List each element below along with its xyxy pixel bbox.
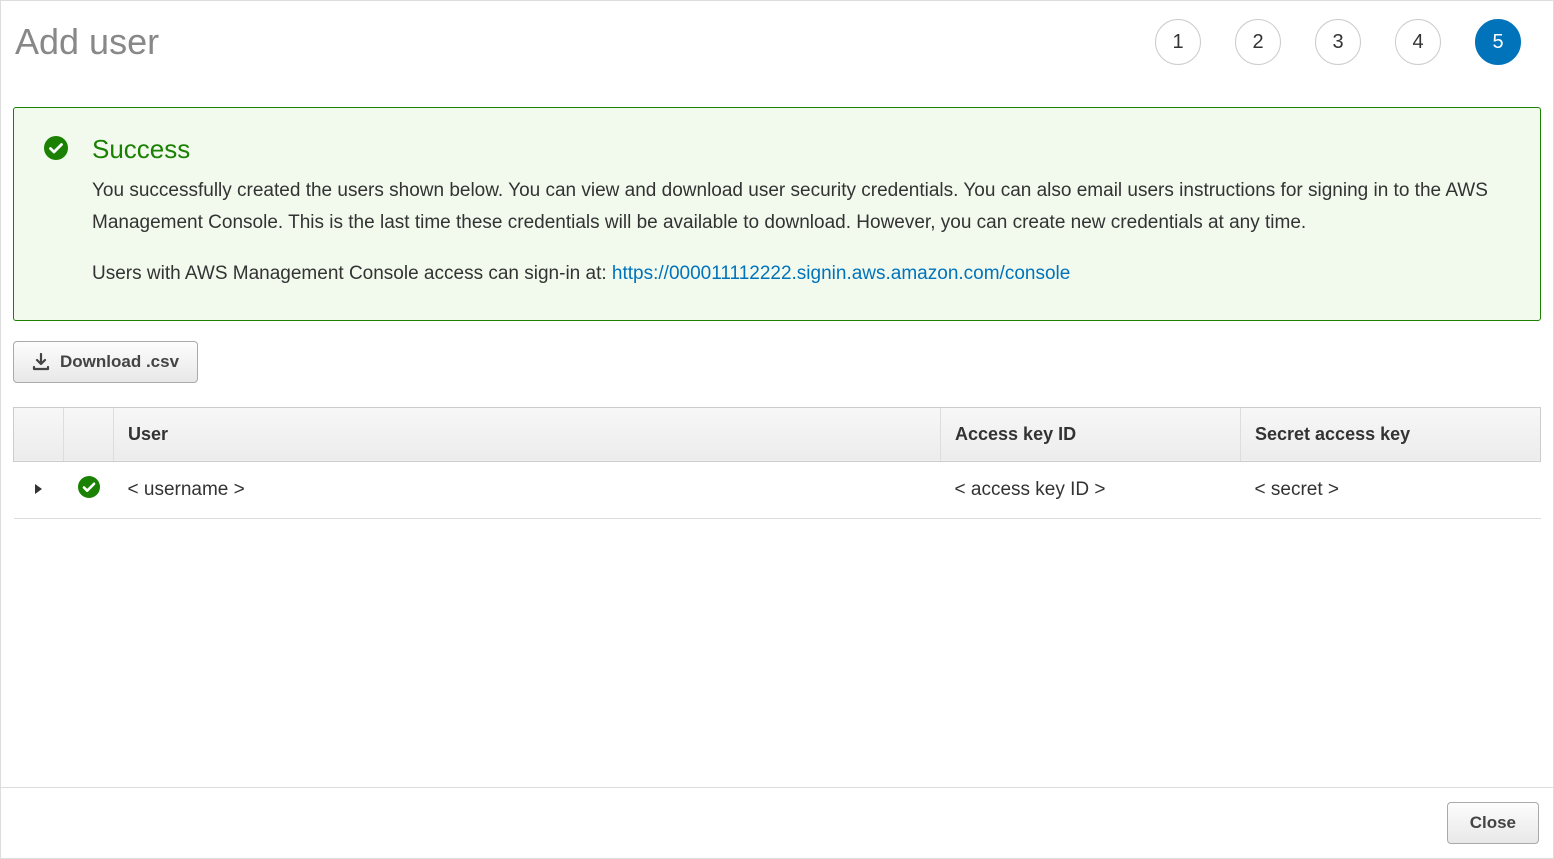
footer: Close: [1, 787, 1553, 858]
alert-signin-prefix: Users with AWS Management Console access…: [92, 263, 612, 284]
success-check-icon: [78, 482, 100, 503]
col-header-expand: [14, 407, 64, 461]
users-table: User Access key ID Secret access key: [13, 407, 1541, 519]
cell-secret-access-key: < secret >: [1241, 461, 1541, 518]
step-1[interactable]: 1: [1155, 19, 1201, 65]
alert-title: Success: [92, 134, 1510, 165]
col-header-secret-access-key[interactable]: Secret access key: [1241, 407, 1541, 461]
cell-user: < username >: [114, 461, 941, 518]
close-button[interactable]: Close: [1447, 802, 1539, 844]
download-icon: [32, 353, 50, 371]
header: Add user 1 2 3 4 5: [1, 1, 1553, 65]
wizard-steps: 1 2 3 4 5: [1155, 19, 1543, 65]
expand-row-toggle[interactable]: [14, 461, 64, 518]
alert-message: You successfully created the users shown…: [92, 175, 1510, 240]
table-row: < username > < access key ID > < secret …: [14, 461, 1541, 518]
page-title: Add user: [15, 21, 159, 63]
content-area: Success You successfully created the use…: [1, 107, 1553, 787]
success-alert: Success You successfully created the use…: [13, 107, 1541, 321]
download-csv-label: Download .csv: [60, 352, 179, 372]
col-header-status: [64, 407, 114, 461]
row-status: [64, 461, 114, 518]
alert-signin-line: Users with AWS Management Console access…: [92, 258, 1510, 290]
page-container: Add user 1 2 3 4 5 Success You successfu…: [0, 0, 1554, 859]
step-5[interactable]: 5: [1475, 19, 1521, 65]
step-2[interactable]: 2: [1235, 19, 1281, 65]
download-csv-button[interactable]: Download .csv: [13, 341, 198, 383]
cell-access-key-id: < access key ID >: [941, 461, 1241, 518]
step-4[interactable]: 4: [1395, 19, 1441, 65]
caret-right-icon: [34, 479, 44, 500]
success-check-icon: [44, 136, 68, 290]
col-header-user[interactable]: User: [114, 407, 941, 461]
signin-url-link[interactable]: https://000011112222.signin.aws.amazon.c…: [612, 263, 1070, 284]
step-3[interactable]: 3: [1315, 19, 1361, 65]
col-header-access-key-id[interactable]: Access key ID: [941, 407, 1241, 461]
alert-body: Success You successfully created the use…: [92, 134, 1510, 290]
